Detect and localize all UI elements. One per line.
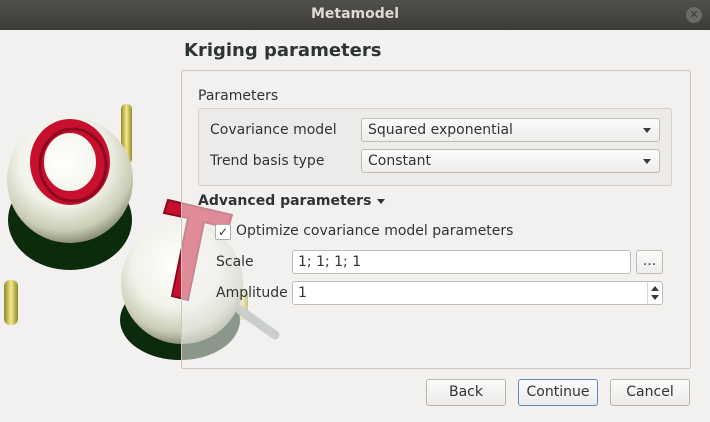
covariance-model-label: Covariance model [210,122,337,138]
chevron-down-icon [643,128,651,133]
trend-basis-label: Trend basis type [210,153,325,169]
advanced-parameters-title: Advanced parameters [198,193,372,209]
close-icon[interactable]: ✕ [686,7,702,23]
scale-browse-button[interactable]: ... [636,250,663,274]
window-title: Metamodel [310,6,400,22]
covariance-model-value: Squared exponential [368,122,513,138]
scale-label: Scale [216,254,254,270]
scale-input[interactable]: 1; 1; 1; 1 [292,250,631,274]
advanced-parameters-toggle[interactable]: Advanced parameters [198,193,386,209]
back-button[interactable]: Back [426,379,506,406]
page-title: Kriging parameters [184,40,382,61]
triangle-down-icon [377,198,386,204]
covariance-model-combo[interactable]: Squared exponential [361,118,660,142]
trend-basis-combo[interactable]: Constant [361,149,660,173]
spin-up-icon[interactable] [651,286,659,291]
trend-basis-value: Constant [368,153,431,169]
optimize-checkbox[interactable]: ✓ [215,224,231,240]
amplitude-spinbox[interactable]: 1 [292,281,663,305]
parameters-group-title: Parameters [198,88,279,104]
chevron-down-icon [643,159,651,164]
amplitude-value: 1 [298,285,307,301]
continue-button[interactable]: Continue [518,379,598,406]
amplitude-label: Amplitude [216,285,288,301]
optimize-label[interactable]: Optimize covariance model parameters [236,223,513,239]
window-titlebar: Metamodel ✕ [0,0,710,30]
spin-down-icon[interactable] [651,295,659,300]
spin-buttons[interactable] [647,282,662,304]
cancel-button[interactable]: Cancel [610,379,690,406]
